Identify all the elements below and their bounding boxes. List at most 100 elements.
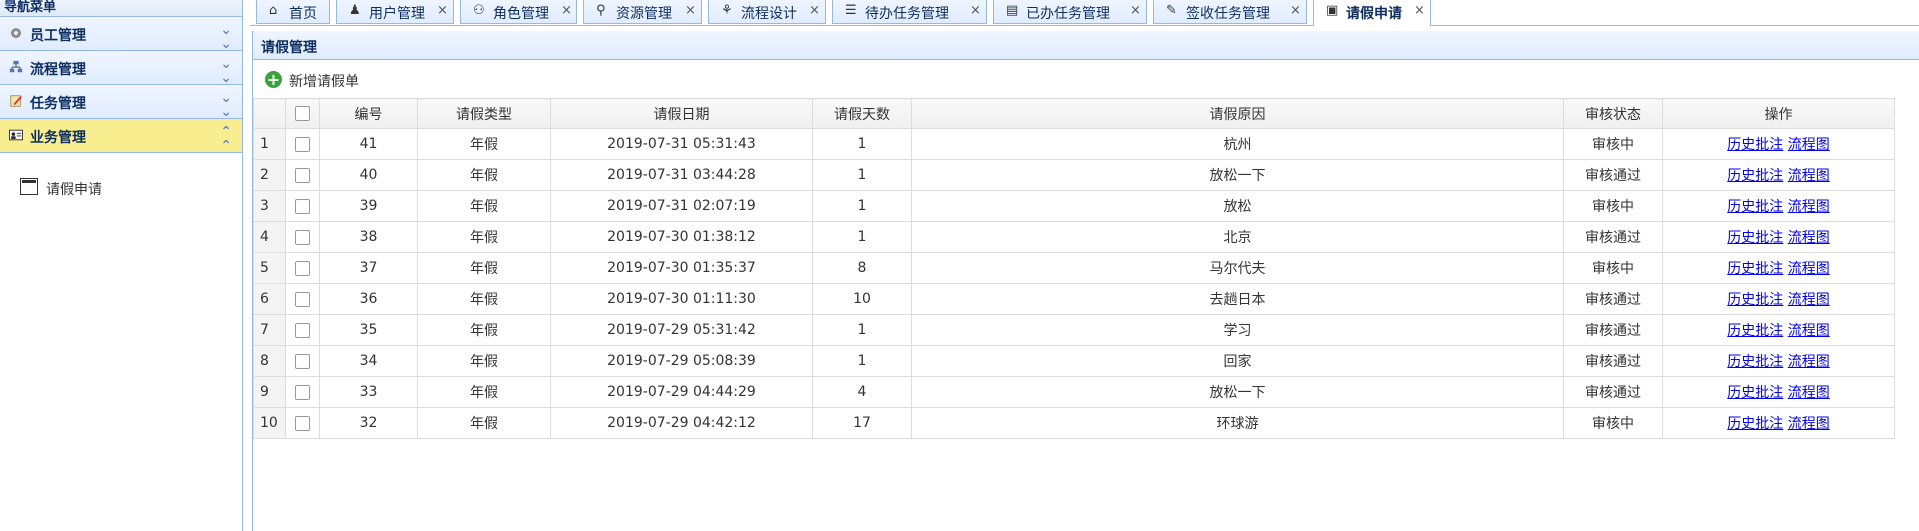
table-row[interactable]: 10 32 年假 2019-07-29 04:42:12 17 环球游 审核中 历史批注 流程… <box>253 407 1895 439</box>
table-row[interactable]: 5 37 年假 2019-07-30 01:35:37 8 马尔代夫 审核中 历史批注 流程图 <box>253 252 1895 284</box>
cell-actions: 历史批注 流程图 <box>1662 407 1895 439</box>
nav-section-label: 流程管理 <box>30 62 86 78</box>
flowchart-link[interactable]: 流程图 <box>1788 137 1830 153</box>
flowchart-link[interactable]: 流程图 <box>1788 354 1830 370</box>
cell-actions: 历史批注 流程图 <box>1662 314 1895 346</box>
column-header-date[interactable]: 请假日期 <box>550 98 813 129</box>
row-checkbox[interactable] <box>285 283 320 315</box>
history-comments-link[interactable]: 历史批注 <box>1727 168 1783 184</box>
tab-label: 请假申请 <box>1346 6 1402 22</box>
row-number: 2 <box>253 159 286 191</box>
row-checkbox[interactable] <box>285 221 320 253</box>
row-number-header <box>253 98 286 129</box>
tab-leave-request[interactable]: ▣ 请假申请 × <box>1313 0 1431 26</box>
cell-date: 2019-07-30 01:38:12 <box>550 221 813 253</box>
nav-section-business[interactable]: 业务管理 ⌃ ⌃ <box>0 119 242 153</box>
cell-type: 年假 <box>417 376 551 408</box>
column-header-id[interactable]: 编号 <box>319 98 418 129</box>
cell-reason: 去趟日本 <box>911 283 1564 315</box>
cell-actions: 历史批注 流程图 <box>1662 345 1895 377</box>
nav-section-process[interactable]: 流程管理 ⌄ ⌄ <box>0 51 242 85</box>
column-header-status[interactable]: 审核状态 <box>1563 98 1663 129</box>
cell-status: 审核通过 <box>1563 159 1663 191</box>
table-row[interactable]: 8 34 年假 2019-07-29 05:08:39 1 回家 审核通过 历史批注 流程图 <box>253 345 1895 377</box>
close-icon[interactable]: × <box>1414 3 1425 18</box>
table-row[interactable]: 2 40 年假 2019-07-31 03:44:28 1 放松一下 审核通过 历史批注 流程… <box>253 159 1895 191</box>
close-icon[interactable]: × <box>1290 3 1301 18</box>
row-checkbox[interactable] <box>285 159 320 191</box>
nav-section-employee[interactable]: 员工管理 ⌄ ⌄ <box>0 17 242 51</box>
row-checkbox[interactable] <box>285 376 320 408</box>
collapse-up-icon[interactable]: ⌃ ⌃ <box>220 125 232 153</box>
cell-id: 39 <box>319 190 418 222</box>
row-checkbox[interactable] <box>285 190 320 222</box>
history-comments-link[interactable]: 历史批注 <box>1727 354 1783 370</box>
select-all-checkbox[interactable] <box>285 98 320 129</box>
flowchart-link[interactable]: 流程图 <box>1788 416 1830 432</box>
leave-table: 编号 请假类型 请假日期 请假天数 请假原因 审核状态 操作 1 41 年假 2019… <box>253 98 1895 439</box>
history-comments-link[interactable]: 历史批注 <box>1727 323 1783 339</box>
close-icon[interactable]: × <box>1130 3 1141 18</box>
column-header-days[interactable]: 请假天数 <box>812 98 912 129</box>
history-comments-link[interactable]: 历史批注 <box>1727 261 1783 277</box>
tab-process-design[interactable]: ⚘ 流程设计 × <box>708 0 826 24</box>
history-comments-link[interactable]: 历史批注 <box>1727 137 1783 153</box>
cell-actions: 历史批注 流程图 <box>1662 128 1895 160</box>
cell-id: 40 <box>319 159 418 191</box>
row-checkbox[interactable] <box>285 252 320 284</box>
flowchart-link[interactable]: 流程图 <box>1788 261 1830 277</box>
close-icon[interactable]: × <box>437 3 448 18</box>
row-checkbox[interactable] <box>285 314 320 346</box>
cell-date: 2019-07-31 05:31:43 <box>550 128 813 160</box>
flowchart-link[interactable]: 流程图 <box>1788 323 1830 339</box>
flowchart-link[interactable]: 流程图 <box>1788 168 1830 184</box>
expand-down-icon[interactable]: ⌄ ⌄ <box>220 23 232 51</box>
row-checkbox[interactable] <box>285 345 320 377</box>
tab-role-management[interactable]: ⚇ 角色管理 × <box>460 0 577 24</box>
cell-id: 32 <box>319 407 418 439</box>
close-icon[interactable]: × <box>970 3 981 18</box>
flowchart-link[interactable]: 流程图 <box>1788 230 1830 246</box>
collapse-left-icon[interactable]: « <box>4 0 232 12</box>
flowchart-link[interactable]: 流程图 <box>1788 292 1830 308</box>
cell-actions: 历史批注 流程图 <box>1662 283 1895 315</box>
cell-actions: 历史批注 流程图 <box>1662 252 1895 284</box>
table-row[interactable]: 9 33 年假 2019-07-29 04:44:29 4 放松一下 审核通过 历史批注 流程… <box>253 376 1895 408</box>
sign-icon: ✎ <box>1166 3 1177 18</box>
column-header-type[interactable]: 请假类型 <box>417 98 551 129</box>
tab-signoff-tasks[interactable]: ✎ 签收任务管理 × <box>1153 0 1307 24</box>
row-number: 1 <box>253 128 286 160</box>
tab-home[interactable]: ⌂ 首页 <box>256 0 330 24</box>
table-row[interactable]: 4 38 年假 2019-07-30 01:38:12 1 北京 审核通过 历史批注 流程图 <box>253 221 1895 253</box>
flowchart-link[interactable]: 流程图 <box>1788 199 1830 215</box>
history-comments-link[interactable]: 历史批注 <box>1727 230 1783 246</box>
cell-id: 38 <box>319 221 418 253</box>
row-checkbox[interactable] <box>285 407 320 439</box>
row-checkbox[interactable] <box>285 128 320 160</box>
expand-down-icon[interactable]: ⌄ ⌄ <box>220 57 232 85</box>
tab-resource-management[interactable]: ⚲ 资源管理 × <box>583 0 702 24</box>
close-icon[interactable]: × <box>561 3 572 18</box>
table-row[interactable]: 3 39 年假 2019-07-31 02:07:19 1 放松 审核中 历史批注 流程图 <box>253 190 1895 222</box>
nav-section-task[interactable]: 任务管理 ⌄ ⌄ <box>0 85 242 119</box>
expand-down-icon[interactable]: ⌄ ⌄ <box>220 91 232 119</box>
tab-user-management[interactable]: ♟ 用户管理 × <box>336 0 454 24</box>
id-card-icon <box>9 129 23 141</box>
history-comments-link[interactable]: 历史批注 <box>1727 292 1783 308</box>
table-row[interactable]: 1 41 年假 2019-07-31 05:31:43 1 杭州 审核中 历史批注 流程图 <box>253 128 1895 160</box>
close-icon[interactable]: × <box>809 3 820 18</box>
cell-id: 33 <box>319 376 418 408</box>
column-header-reason[interactable]: 请假原因 <box>911 98 1564 129</box>
table-row[interactable]: 6 36 年假 2019-07-30 01:11:30 10 去趟日本 审核通过 历史批注 流… <box>253 283 1895 315</box>
tab-done-tasks[interactable]: ▤ 已办任务管理 × <box>993 0 1147 24</box>
table-row[interactable]: 7 35 年假 2019-07-29 05:31:42 1 学习 审核通过 历史批注 流程图 <box>253 314 1895 346</box>
flowchart-link[interactable]: 流程图 <box>1788 385 1830 401</box>
cell-status: 审核中 <box>1563 128 1663 160</box>
row-number: 3 <box>253 190 286 222</box>
tab-todo-tasks[interactable]: ☰ 待办任务管理 × <box>832 0 987 24</box>
close-icon[interactable]: × <box>685 3 696 18</box>
history-comments-link[interactable]: 历史批注 <box>1727 385 1783 401</box>
history-comments-link[interactable]: 历史批注 <box>1727 416 1783 432</box>
history-comments-link[interactable]: 历史批注 <box>1727 199 1783 215</box>
column-header-actions[interactable]: 操作 <box>1662 98 1895 129</box>
